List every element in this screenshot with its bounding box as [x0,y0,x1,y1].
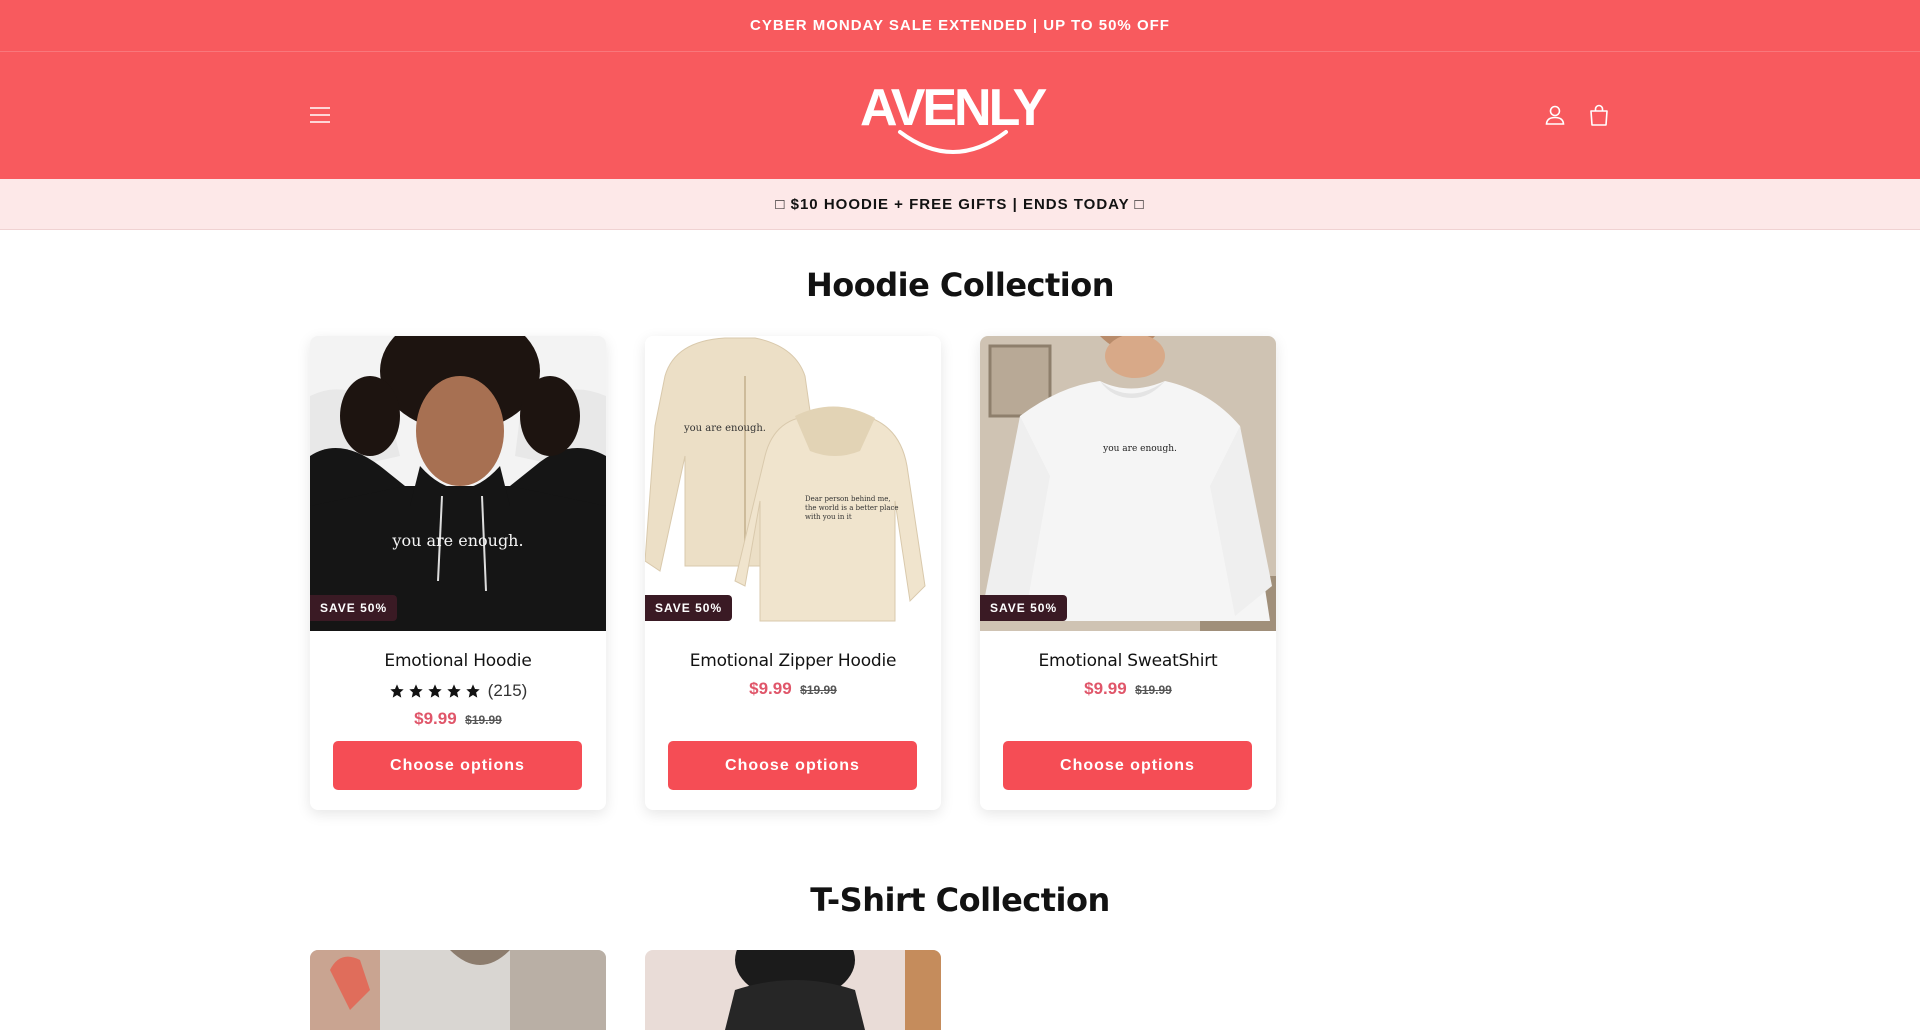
star-icon [389,684,404,698]
product-card-emotional-sweatshirt[interactable]: you are enough. SAVE 50% Emotional Sweat… [980,336,1276,810]
product-image[interactable]: you are enough. SAVE 50% [980,336,1276,631]
print-text: you are enough. [391,531,523,550]
compare-price: $19.99 [1135,683,1172,697]
compare-price: $19.99 [800,683,837,697]
hoodie-section-title: Hoodie Collection [805,266,1115,304]
choose-options-button[interactable]: Choose options [1003,741,1252,790]
product-title[interactable]: Emotional Zipper Hoodie [645,651,941,671]
product-rating: (215) [310,681,606,701]
star-icon [465,684,480,698]
sale-price: $9.99 [749,679,792,698]
tshirt-product-image[interactable] [310,950,606,1030]
cart-button[interactable] [1587,103,1611,127]
svg-text:AVENLY: AVENLY [860,80,1047,137]
rating-count: (215) [487,681,528,700]
choose-options-button[interactable]: Choose options [333,741,582,790]
print-text: you are enough. [1102,444,1177,454]
sale-price: $9.99 [414,709,457,728]
product-price: $9.99 $19.99 [645,679,941,699]
shopping-bag-icon [1590,104,1608,126]
hoodie-product-grid: you are enough. SAVE 50% Emotional Hoodi… [310,336,1276,810]
sale-badge: SAVE 50% [310,595,398,621]
promo-bar: □ $10 HOODIE + FREE GIFTS | ENDS TODAY □ [0,179,1920,230]
product-title[interactable]: Emotional Hoodie [310,651,606,671]
sale-badge: SAVE 50% [645,595,733,621]
announcement-text: CYBER MONDAY SALE EXTENDED | UP TO 50% O… [750,17,1170,34]
announcement-bar: CYBER MONDAY SALE EXTENDED | UP TO 50% O… [0,0,1920,52]
menu-button[interactable] [308,103,332,127]
tshirt-section-title: T-Shirt Collection [810,881,1110,919]
hamburger-icon [310,107,330,123]
compare-price: $19.99 [465,713,502,727]
choose-options-button[interactable]: Choose options [668,741,917,790]
tshirt-product-image[interactable] [645,950,941,1030]
product-price: $9.99 $19.99 [980,679,1276,699]
star-icon [446,684,461,698]
back-print-text: Dear person behind me, [805,495,891,503]
star-icon [427,684,442,698]
star-icon [408,684,423,698]
product-price: $9.99 $19.99 [310,709,606,729]
sale-price: $9.99 [1084,679,1127,698]
site-header: AVENLY [0,52,1920,179]
brand-logo[interactable]: AVENLY [858,79,1052,158]
promo-text: □ $10 HOODIE + FREE GIFTS | ENDS TODAY □ [775,195,1145,213]
svg-text:the world is a better place: the world is a better place [805,504,899,512]
account-button[interactable] [1543,103,1567,127]
product-card-emotional-hoodie[interactable]: you are enough. SAVE 50% Emotional Hoodi… [310,336,606,810]
tshirt-product-grid [310,950,941,1030]
product-image[interactable]: you are enough. Dear person behind me, t… [645,336,941,631]
product-card-emotional-zipper-hoodie[interactable]: you are enough. Dear person behind me, t… [645,336,941,810]
sale-badge: SAVE 50% [980,595,1068,621]
product-title[interactable]: Emotional SweatShirt [980,651,1276,671]
print-text: you are enough. [683,423,766,434]
svg-text:with you in it: with you in it [805,513,852,521]
user-icon [1545,105,1565,125]
product-image[interactable]: you are enough. SAVE 50% [310,336,606,631]
